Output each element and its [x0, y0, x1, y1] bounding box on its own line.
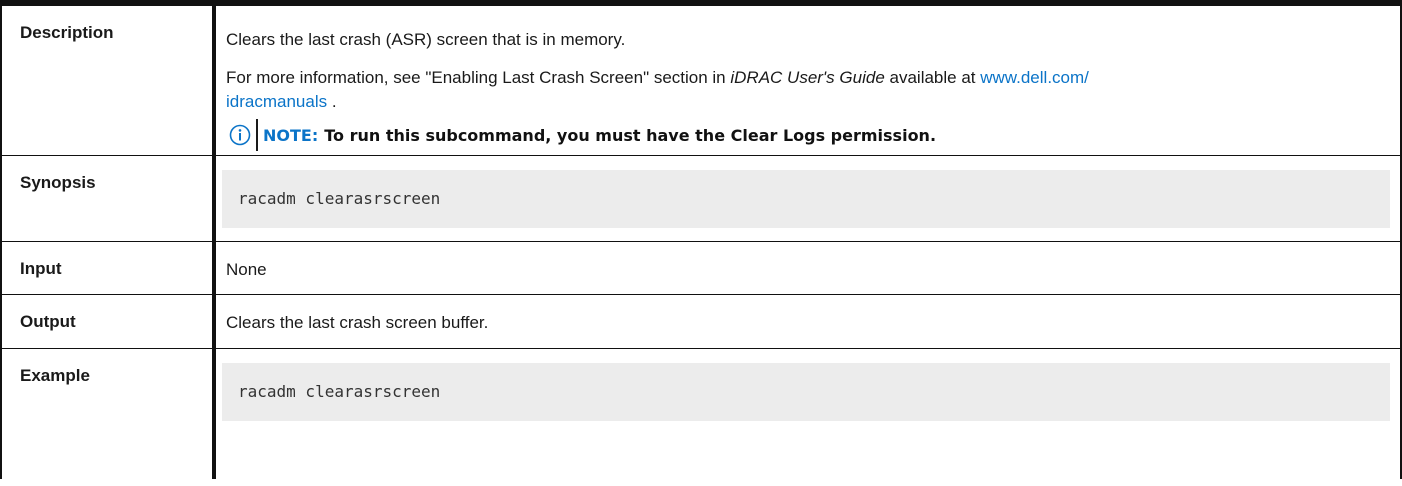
command-reference-table: Description Clears the last crash (ASR) …: [0, 0, 1402, 479]
table-row-example: Example racadm clearasrscreen: [0, 348, 1402, 479]
example-value: racadm clearasrscreen: [214, 348, 1402, 479]
output-label: Output: [0, 294, 216, 349]
dell-manuals-link-continued[interactable]: idracmanuals: [226, 92, 327, 111]
guide-title: iDRAC User's Guide: [730, 68, 885, 87]
description-value: Clears the last crash (ASR) screen that …: [214, 0, 1402, 156]
note-divider: [256, 119, 258, 151]
input-value: None: [214, 241, 1402, 295]
more-info-text: For more information, see "Enabling Last…: [226, 68, 731, 87]
table-row-output: Output Clears the last crash screen buff…: [0, 294, 1402, 349]
synopsis-label: Synopsis: [0, 155, 216, 242]
input-text: None: [226, 260, 267, 279]
synopsis-value: racadm clearasrscreen: [214, 155, 1402, 242]
input-label: Input: [0, 241, 216, 295]
description-paragraph: Clears the last crash (ASR) screen that …: [226, 30, 626, 49]
more-info-paragraph: For more information, see "Enabling Last…: [226, 52, 1388, 114]
synopsis-code-block: racadm clearasrscreen: [222, 170, 1390, 228]
info-circle-icon: [229, 124, 251, 146]
table-row-description: Description Clears the last crash (ASR) …: [0, 0, 1402, 156]
table-row-synopsis: Synopsis racadm clearasrscreen: [0, 155, 1402, 242]
period-text: .: [327, 92, 337, 111]
note-label: NOTE:: [263, 125, 319, 145]
note-callout: NOTE: To run this subcommand, you must h…: [226, 119, 1388, 151]
note-text: To run this subcommand, you must have th…: [324, 125, 937, 145]
example-label: Example: [0, 348, 216, 479]
available-at-text: available at: [884, 68, 981, 87]
dell-manuals-link[interactable]: www.dell.com/: [980, 68, 1089, 87]
output-text: Clears the last crash screen buffer.: [226, 313, 489, 332]
table-row-input: Input None: [0, 241, 1402, 295]
example-code-block: racadm clearasrscreen: [222, 363, 1390, 421]
output-value: Clears the last crash screen buffer.: [214, 294, 1402, 349]
description-label: Description: [0, 0, 216, 156]
